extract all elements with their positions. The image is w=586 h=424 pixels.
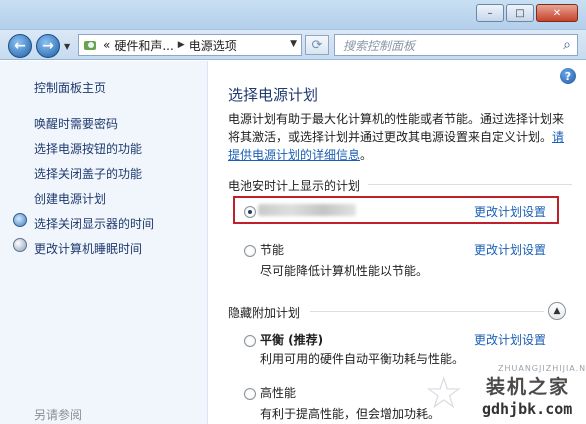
plan-name-high-performance[interactable]: 高性能 <box>260 384 296 401</box>
plan-name-balanced[interactable]: 平衡 (推荐) <box>260 331 323 348</box>
plan-name-power-saver[interactable]: 节能 <box>260 241 284 258</box>
address-parent[interactable]: 硬件和声... <box>114 37 173 54</box>
plan-radio-high-performance[interactable] <box>244 388 256 400</box>
title-bar: – □ ✕ <box>0 0 586 30</box>
arrow-right-icon: → <box>42 38 54 54</box>
forward-button[interactable]: → <box>36 34 60 58</box>
watermark-logo-text: 装机之家 <box>486 376 571 398</box>
refresh-icon: ⟳ <box>311 37 323 53</box>
section-divider-2 <box>310 311 544 312</box>
sidebar-item-create-plan[interactable]: 创建电源计划 <box>34 190 106 207</box>
window-controls: – □ ✕ <box>474 4 578 22</box>
sidebar-item-power-button[interactable]: 选择电源按钮的功能 <box>34 140 142 157</box>
watermark-url: gdhjbk.com <box>482 400 573 418</box>
sidebar: 控制面板主页 唤醒时需要密码 选择电源按钮的功能 选择关闭盖子的功能 创建电源计… <box>0 61 208 424</box>
blurred-plan-name <box>258 204 356 216</box>
address-current[interactable]: 电源选项 <box>189 37 237 54</box>
page-description: 电源计划有助于最大化计算机的性能或者节能。通过选择计划来将其激活，或选择计划并通… <box>228 110 568 164</box>
section-divider <box>368 184 572 185</box>
close-button[interactable]: ✕ <box>536 4 578 22</box>
plan-radio-power-saver[interactable] <box>244 245 256 257</box>
maximize-button[interactable]: □ <box>506 4 534 22</box>
refresh-button[interactable]: ⟳ <box>305 35 329 55</box>
sidebar-item-wake-password[interactable]: 唤醒时需要密码 <box>34 115 118 132</box>
navigation-bar: ← → ▼ « 硬件和声... ▶ 电源选项 ▼ ⟳ 搜索控制面板 ⌕ <box>0 30 586 60</box>
description-text: 电源计划有助于最大化计算机的性能或者节能。通过选择计划来将其激活，或选择计划并通… <box>228 112 565 144</box>
plan-desc-power-saver: 尽可能降低计算机性能以节能。 <box>260 264 429 278</box>
search-icon[interactable]: ⌕ <box>563 37 571 53</box>
sidebar-item-lid[interactable]: 选择关闭盖子的功能 <box>34 165 142 182</box>
chevron-down-icon[interactable]: ▼ <box>290 39 297 49</box>
plan-desc-high-performance: 有利于提高性能，但会增加功耗。 <box>260 407 441 421</box>
sidebar-item-sleep-time[interactable]: 更改计算机睡眠时间 <box>34 240 142 257</box>
description-end: 。 <box>360 148 373 162</box>
collapse-button[interactable]: ▲ <box>548 302 566 320</box>
chevron-up-icon: ▲ <box>553 306 561 316</box>
sidebar-item-home[interactable]: 控制面板主页 <box>34 79 106 96</box>
address-bar[interactable]: « 硬件和声... ▶ 电源选项 ▼ <box>78 34 302 56</box>
minimize-button[interactable]: – <box>476 4 504 22</box>
hidden-plans-heading: 隐藏附加计划 <box>228 306 301 320</box>
display-clock-icon <box>13 213 27 227</box>
sidebar-item-display-off[interactable]: 选择关闭显示器的时间 <box>34 215 154 232</box>
search-input[interactable]: 搜索控制面板 ⌕ <box>334 34 578 56</box>
search-placeholder: 搜索控制面板 <box>343 38 416 53</box>
help-icon[interactable]: ? <box>560 68 576 84</box>
see-also-heading: 另请参阅 <box>34 408 83 422</box>
history-dropdown-icon[interactable]: ▼ <box>64 42 70 51</box>
control-panel-icon <box>84 41 96 50</box>
plan-radio-custom[interactable] <box>244 206 256 218</box>
change-plan-settings-link-1[interactable]: 更改计划设置 <box>474 203 546 220</box>
page-title: 选择电源计划 <box>228 86 319 104</box>
back-button[interactable]: ← <box>8 34 32 58</box>
moon-icon <box>13 238 27 252</box>
address-prefix: « <box>103 38 111 52</box>
arrow-left-icon: ← <box>14 38 26 54</box>
change-plan-settings-link-2[interactable]: 更改计划设置 <box>474 241 546 258</box>
chevron-right-icon[interactable]: ▶ <box>178 40 185 50</box>
change-plan-settings-link-3[interactable]: 更改计划设置 <box>474 331 546 348</box>
battery-plans-heading: 电池安时计上显示的计划 <box>228 179 361 193</box>
watermark-star-icon: ☆ <box>424 368 464 419</box>
plan-desc-balanced: 利用可用的硬件自动平衡功耗与性能。 <box>260 352 465 366</box>
plan-radio-balanced[interactable] <box>244 335 256 347</box>
